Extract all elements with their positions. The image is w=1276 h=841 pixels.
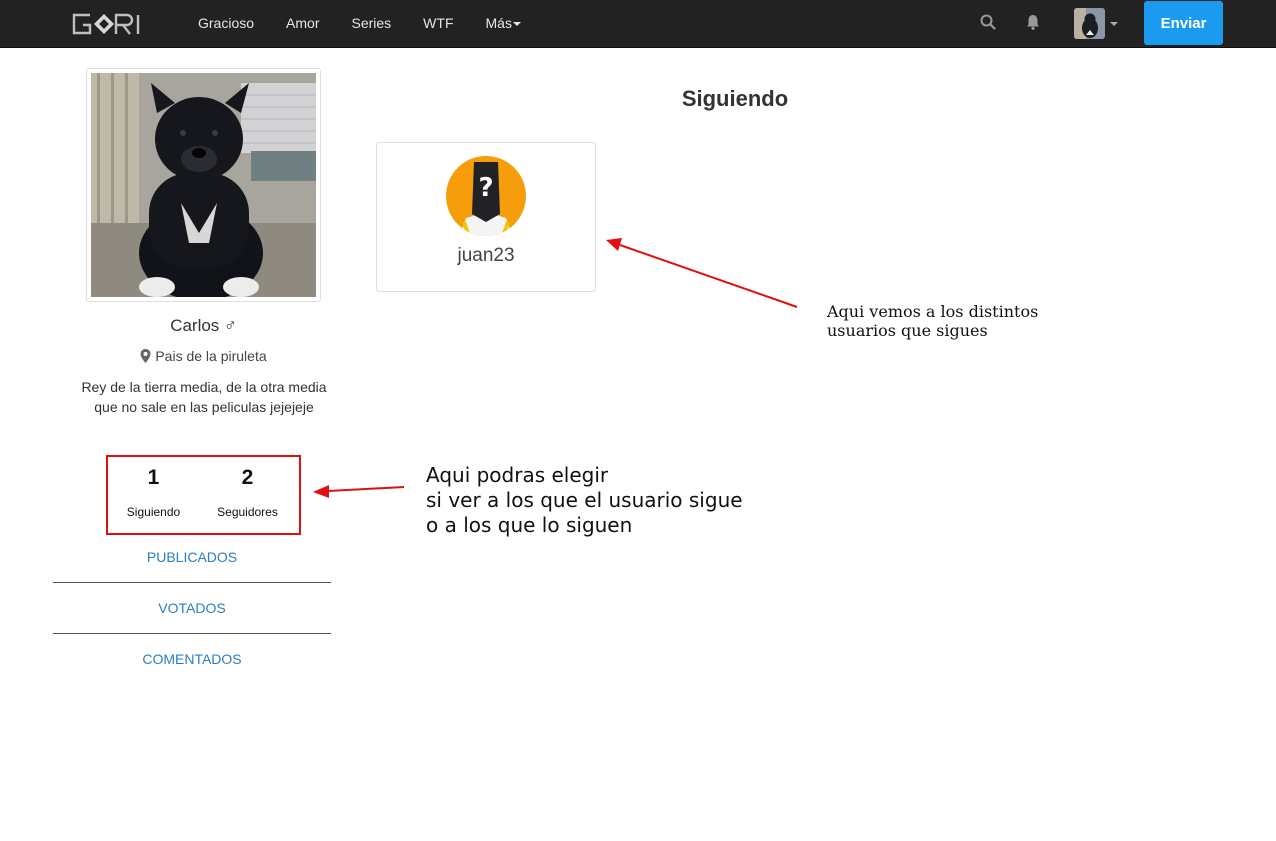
following-count: 1: [147, 466, 160, 489]
profile-bio: Rey de la tierra media, de la otra media…: [81, 379, 327, 415]
annotation-line: usuarios que sigues: [827, 321, 988, 340]
arrow-to-user-card: [606, 238, 798, 308]
nav-link-mas-dropdown[interactable]: Más: [486, 15, 521, 31]
nav-link-wtf[interactable]: WTF: [423, 15, 453, 31]
divider: [53, 582, 331, 583]
annotation-stats-note: Aqui podras elegir si ver a los que el u…: [426, 463, 786, 538]
main-nav: Gracioso Amor Series WTF Más: [198, 0, 553, 46]
profile-location-text: Pais de la piruleta: [155, 348, 267, 364]
annotation-line: Aqui podras elegir: [426, 463, 609, 487]
bell-icon[interactable]: [1024, 13, 1042, 31]
anonymous-user-icon: ?: [446, 156, 526, 236]
tab-publicados[interactable]: PUBLICADOS: [53, 540, 331, 591]
followers-label: Seguidores: [217, 505, 278, 519]
nav-link-mas-label: Más: [485, 15, 512, 31]
svg-text:?: ?: [478, 173, 493, 203]
annotation-line: si ver a los que el usuario sigue: [426, 488, 743, 512]
arrow-to-stats: [313, 485, 405, 498]
profile-tabs: PUBLICADOS VOTADOS COMENTADOS: [53, 540, 331, 693]
site-logo[interactable]: [68, 10, 168, 38]
search-icon[interactable]: [979, 13, 997, 31]
following-label: Siguiendo: [126, 505, 181, 519]
caret-down-icon: [1110, 22, 1118, 26]
profile-photo: [86, 68, 321, 302]
nav-link-amor[interactable]: Amor: [286, 15, 319, 31]
tab-votados[interactable]: VOTADOS: [53, 591, 331, 642]
following-user-card[interactable]: ? juan23: [376, 142, 596, 292]
avatar: [1074, 7, 1105, 39]
followers-count: 2: [241, 466, 254, 489]
following-username: juan23: [457, 245, 515, 266]
nav-link-gracioso[interactable]: Gracioso: [198, 15, 254, 31]
top-navbar: Gracioso Amor Series WTF Más Enviar: [0, 0, 1276, 48]
annotation-following-note: Aqui vemos a los distintos usuarios que …: [827, 302, 1087, 340]
divider: [53, 633, 331, 634]
page-title: Siguiendo: [681, 86, 789, 111]
profile-location: Pais de la piruleta: [86, 348, 321, 364]
follow-stats: 1 Siguiendo 2 Seguidores: [106, 455, 301, 535]
nav-link-series[interactable]: Series: [351, 15, 391, 31]
profile-name: Carlos ♂: [170, 316, 237, 335]
caret-down-icon: [512, 22, 521, 26]
annotation-line: o a los que lo siguen: [426, 513, 633, 537]
map-marker-icon: [140, 349, 151, 363]
user-menu-toggle[interactable]: [1074, 7, 1118, 39]
annotation-line: Aqui vemos a los distintos: [827, 302, 1039, 321]
send-button[interactable]: Enviar: [1144, 1, 1223, 45]
tab-comentados[interactable]: COMENTADOS: [53, 642, 331, 693]
